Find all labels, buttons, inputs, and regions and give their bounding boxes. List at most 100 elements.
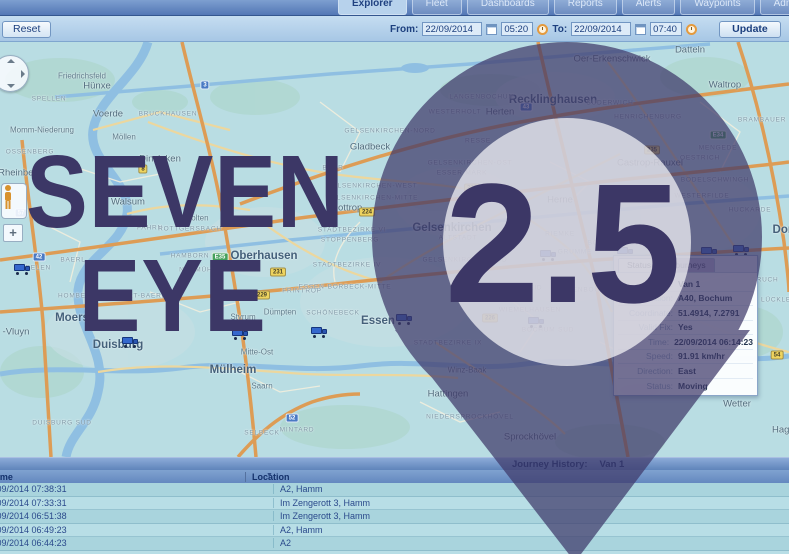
vehicle-marker-icon[interactable] bbox=[540, 250, 557, 261]
popup-field-label: Speed: bbox=[646, 351, 673, 362]
map-label: ALTSTADT bbox=[438, 234, 478, 242]
pan-right-icon[interactable] bbox=[21, 70, 25, 78]
popup-field-value: Moving bbox=[678, 380, 708, 391]
from-label: From: bbox=[390, 23, 419, 35]
map-label: SPELLEN bbox=[31, 95, 67, 103]
map-label: HUCKARDE bbox=[728, 206, 772, 214]
road-shield-icon: 224 bbox=[358, 207, 376, 217]
map-label: SUDERWICH bbox=[586, 99, 634, 107]
tab-label: Explorer bbox=[352, 0, 393, 9]
tab-waypoints[interactable]: Waypoints bbox=[680, 0, 755, 15]
map-label: RESSE bbox=[464, 137, 492, 145]
pegman-icon bbox=[5, 185, 11, 209]
filter-bar: Reset From: To: Update bbox=[0, 16, 789, 42]
clock-icon[interactable] bbox=[537, 23, 549, 35]
map-label: Gladbeck bbox=[349, 141, 391, 153]
map-label: SELBECK bbox=[244, 429, 280, 437]
to-time-input[interactable] bbox=[650, 22, 683, 36]
journey-history-bar: Journey History: Van 1 bbox=[0, 457, 789, 470]
map-label: Saarn bbox=[251, 381, 273, 391]
popup-tabs: Status Journeys bbox=[614, 256, 757, 273]
pan-up-icon[interactable] bbox=[7, 59, 15, 63]
calendar-icon[interactable] bbox=[635, 23, 647, 35]
tab-label: Waypoints bbox=[694, 0, 741, 9]
popup-field-label: Direction: bbox=[637, 365, 673, 376]
vehicle-marker-icon[interactable] bbox=[396, 314, 413, 325]
clock-icon[interactable] bbox=[686, 23, 698, 35]
table-row[interactable]: 22/09/2014 07:38:31 A2, Hamm bbox=[0, 483, 789, 497]
table-row[interactable]: 22/09/2014 07:33:31 Im Zengerott 3, Hamm bbox=[0, 496, 789, 510]
to-date-input[interactable] bbox=[571, 22, 632, 36]
popup-field-value: 51.4914, 7.2791 bbox=[678, 307, 740, 318]
column-header-location[interactable]: Location bbox=[245, 471, 789, 482]
popup-field-value: 91.91 km/hr bbox=[678, 351, 725, 362]
seveneye-app: Explorer Fleet Dashboards Reports Alerts Wayp… bbox=[0, 0, 789, 554]
from-time-input[interactable] bbox=[501, 22, 534, 36]
map-label: Datteln bbox=[674, 44, 706, 56]
brand-overlay: SEVEN EYE bbox=[26, 134, 345, 348]
map-label: Mülheim bbox=[209, 364, 257, 376]
vehicle-marker-icon[interactable] bbox=[477, 286, 494, 297]
popup-field: Coordinate: 51.4914, 7.2791 bbox=[618, 306, 753, 321]
table-cell-time: 22/09/2014 06:51:38 bbox=[0, 511, 67, 522]
vehicle-marker-icon[interactable] bbox=[528, 317, 545, 328]
table-row[interactable]: 22/09/2014 06:49:23 A2, Hamm bbox=[0, 523, 789, 537]
column-header-time[interactable]: Time bbox=[0, 472, 245, 482]
reset-button[interactable]: Reset bbox=[2, 21, 52, 38]
map-label: GRUMME bbox=[557, 248, 593, 256]
brand-line1: SEVEN bbox=[26, 134, 345, 249]
map-label: LÜCKLE bbox=[760, 296, 789, 304]
tab-explorer[interactable]: Explorer bbox=[338, 0, 407, 15]
tab-alerts[interactable]: Alerts bbox=[621, 0, 676, 15]
map-label: Waltrop bbox=[708, 79, 742, 91]
map-label: BRUCKHAUSEN bbox=[138, 110, 198, 118]
calendar-icon[interactable] bbox=[486, 23, 498, 35]
tab-admin[interactable]: Admin bbox=[759, 0, 789, 15]
road-shield-icon: 52 bbox=[285, 413, 299, 423]
map-label: Castrop-Rauxel bbox=[617, 157, 683, 169]
road-shield-icon: E34 bbox=[709, 130, 727, 140]
date-range-controls: From: To: Update bbox=[390, 16, 781, 42]
map-label: Hattingen bbox=[427, 388, 469, 400]
tab-reports[interactable]: Reports bbox=[553, 0, 617, 15]
popup-field-label: Valid Fix: bbox=[638, 322, 673, 333]
sort-arrow-icon[interactable]: ▼ bbox=[266, 472, 273, 479]
tab-label: Dashboards bbox=[480, 0, 535, 9]
popup-tab-status[interactable]: Status bbox=[618, 258, 661, 272]
map-label: Wetter bbox=[723, 398, 751, 410]
tab-label: Alerts bbox=[635, 0, 662, 9]
tab-label: Fleet bbox=[425, 0, 448, 9]
map-label: GELSENKIRCHEN-OST bbox=[427, 159, 513, 167]
map-label: Herten bbox=[485, 106, 515, 118]
journey-vehicle-name: Van 1 bbox=[599, 459, 625, 470]
popup-field: Name: Van 1 bbox=[618, 277, 753, 292]
from-date-input[interactable] bbox=[422, 22, 483, 36]
tab-dashboards[interactable]: Dashboards bbox=[466, 0, 549, 15]
popup-field: Speed: 91.91 km/hr bbox=[618, 350, 753, 364]
map-label: LANGENBOCHUM bbox=[449, 93, 515, 101]
map-label: BOCHUM NORD bbox=[587, 239, 647, 247]
popup-field-label: Status: bbox=[646, 380, 673, 391]
popup-field: Time: 22/09/2014 06:14:23 bbox=[618, 335, 753, 350]
table-cell-location: A2 bbox=[273, 538, 789, 549]
tab-fleet[interactable]: Fleet bbox=[411, 0, 462, 15]
streetview-pegman-button[interactable] bbox=[1, 183, 27, 219]
journey-history-label: Journey History: bbox=[512, 459, 588, 470]
update-button[interactable]: Update bbox=[719, 20, 781, 38]
popup-field: Status: Moving bbox=[618, 379, 753, 394]
map-label: Voerde bbox=[92, 108, 124, 120]
map-label: MINTARD bbox=[279, 426, 315, 434]
map-label: Friedrichsfeld bbox=[57, 71, 107, 81]
map-label: GELSENKIRCHEN-NORD bbox=[344, 127, 436, 135]
map-label: Oer-Erkenschwick bbox=[573, 53, 651, 65]
table-row[interactable]: 22/09/2014 06:44:23 A2 bbox=[0, 537, 789, 551]
popup-field: Valid Fix: Yes bbox=[618, 321, 753, 335]
zoom-in-button[interactable]: + bbox=[3, 224, 23, 242]
table-row[interactable] bbox=[0, 550, 789, 554]
pan-down-icon[interactable] bbox=[7, 84, 15, 88]
map-label: NIEDERSPROCKHÖVEL bbox=[426, 413, 514, 421]
table-row[interactable]: 22/09/2014 06:51:38 Im Zengerott 3, Hamm bbox=[0, 510, 789, 524]
popup-field-value: Yes bbox=[678, 322, 693, 333]
journey-history-panel: Journey History: Van 1 Time ▼ Location 22… bbox=[0, 457, 789, 554]
popup-tab-journeys[interactable]: Journeys bbox=[662, 258, 715, 272]
